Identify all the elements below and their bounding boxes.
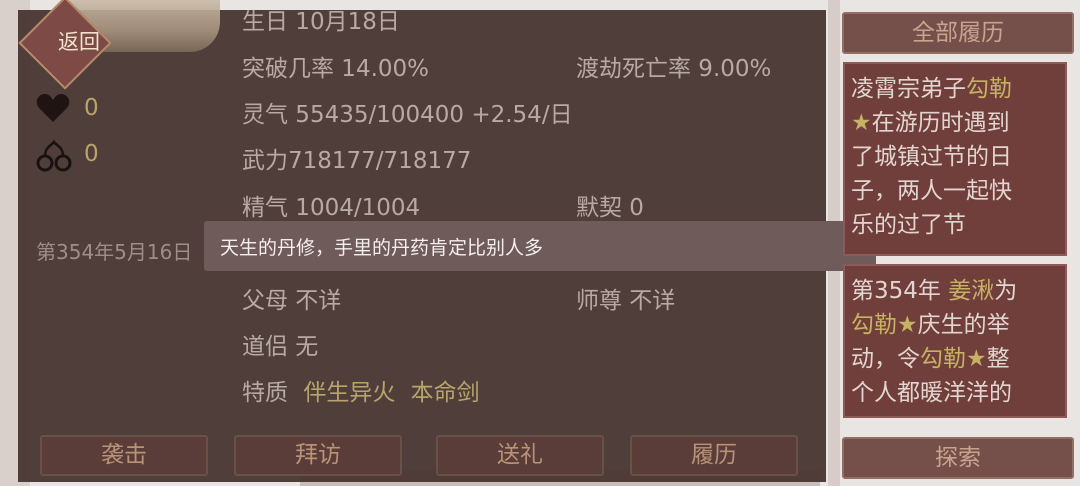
- explore-button[interactable]: 探索: [842, 437, 1074, 479]
- attack-button[interactable]: 袭击: [40, 435, 208, 476]
- gift-button[interactable]: 送礼: [436, 435, 604, 476]
- tooltip-text: 天生的丹修，手里的丹药肯定比别人多: [220, 237, 544, 259]
- traits-label: 特质: [242, 380, 288, 406]
- history-line: 个人都暖洋洋的: [851, 380, 1012, 406]
- all-history-button[interactable]: 全部履历: [842, 12, 1074, 54]
- history-card: 第354年 姜湫为 勾勒★庆生的举 动，令勾勒★整 个人都暖洋洋的: [843, 264, 1067, 418]
- spirit-energy: 灵气 55435/100400 +2.54/日: [242, 102, 573, 128]
- trait-item[interactable]: 本命剑: [411, 380, 480, 406]
- force-value: 武力718177/718177: [242, 148, 472, 174]
- tacit-value: 默契 0: [576, 195, 644, 221]
- tribulation-death-rate: 渡劫死亡率 9.00%: [576, 56, 772, 82]
- history-button[interactable]: 履历: [630, 435, 798, 476]
- history-line: 子，两人一起快: [851, 178, 1012, 204]
- handcuffs-icon: [36, 139, 72, 172]
- trait-tooltip: 天生的丹修，手里的丹药肯定比别人多: [204, 221, 876, 271]
- breakthrough-rate: 突破几率 14.00%: [242, 56, 430, 82]
- heart-icon: [36, 94, 70, 122]
- date-text: 第354年5月16日: [36, 240, 193, 264]
- parents-text: 父母 不详: [242, 288, 342, 314]
- master-text: 师尊 不详: [576, 288, 676, 314]
- history-card: 凌霄宗弟子勾勒 ★在游历时遇到 了城镇过节的日 子，两人一起快 乐的过了节: [843, 62, 1067, 256]
- birthday-text: 生日 10月18日: [242, 9, 400, 35]
- history-line: 凌霄宗弟子勾勒: [851, 76, 1012, 102]
- history-line: 了城镇过节的日: [851, 144, 1012, 170]
- visit-button[interactable]: 拜访: [234, 435, 402, 476]
- history-line: 第354年 姜湫为: [851, 278, 1018, 304]
- trait-item[interactable]: 伴生异火: [303, 380, 395, 406]
- history-line: 乐的过了节: [851, 212, 966, 238]
- back-button-label[interactable]: 返回: [40, 26, 118, 56]
- history-line: ★在游历时遇到: [851, 110, 1010, 136]
- history-line: 勾勒★庆生的举: [851, 312, 1010, 338]
- traits-row: 特质 伴生异火 本命剑: [242, 373, 480, 407]
- essence-value: 精气 1004/1004: [242, 195, 421, 221]
- partner-text: 道侣 无: [242, 334, 319, 360]
- history-line: 动，令勾勒★整: [851, 346, 1010, 372]
- ring-count: 0: [84, 141, 99, 167]
- heart-count: 0: [84, 95, 99, 121]
